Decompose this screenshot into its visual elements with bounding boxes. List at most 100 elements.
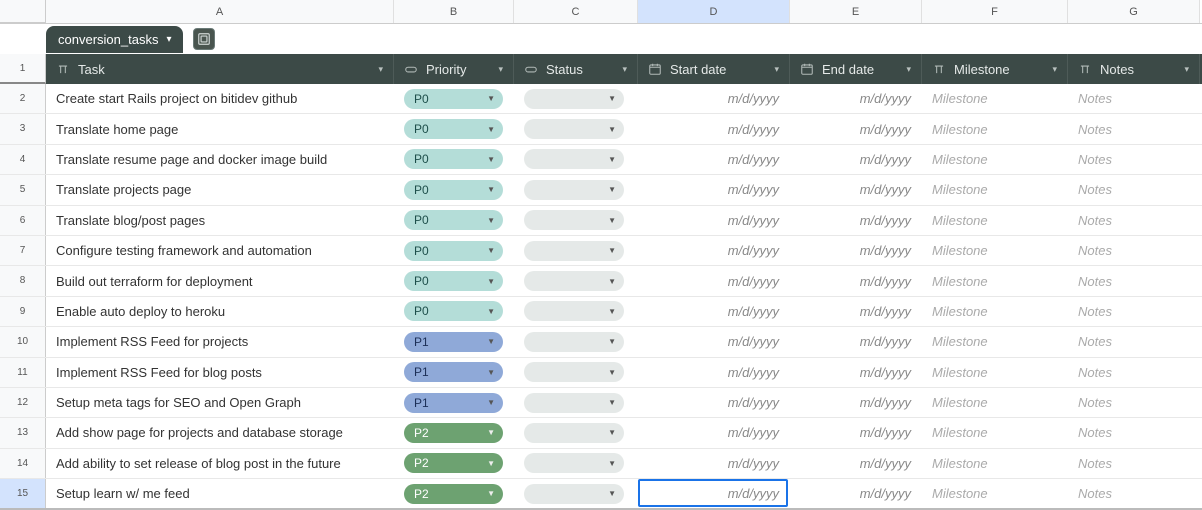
cell-milestone[interactable]: Milestone — [922, 388, 1068, 417]
chevron-down-icon[interactable]: ▾ — [1052, 64, 1057, 75]
chevron-down-icon[interactable]: ▾ — [774, 64, 779, 75]
row-number[interactable]: 7 — [0, 236, 46, 265]
cell-priority[interactable]: P0▼ — [394, 206, 514, 235]
cell-priority[interactable]: P2▼ — [394, 449, 514, 478]
header-notes[interactable]: Notes ▾ — [1068, 54, 1200, 84]
cell-notes[interactable]: Notes — [1068, 418, 1200, 447]
cell-start-date[interactable]: m/d/yyyy — [638, 114, 790, 143]
cell-end-date[interactable]: m/d/yyyy — [790, 145, 922, 174]
cell-notes[interactable]: Notes — [1068, 145, 1200, 174]
cell-milestone[interactable]: Milestone — [922, 145, 1068, 174]
row-number[interactable]: 9 — [0, 297, 46, 326]
column-header-A[interactable]: A — [46, 0, 394, 23]
sheet-tab[interactable]: conversion_tasks ▾ — [46, 26, 183, 53]
cell-start-date[interactable]: m/d/yyyy — [638, 358, 790, 387]
row-number[interactable]: 4 — [0, 145, 46, 174]
cell-status[interactable]: ▼ — [514, 449, 638, 478]
row-number[interactable]: 14 — [0, 449, 46, 478]
status-chip[interactable]: ▼ — [524, 332, 624, 352]
cell-status[interactable]: ▼ — [514, 358, 638, 387]
cell-start-date[interactable]: m/d/yyyy — [638, 449, 790, 478]
cell-priority[interactable]: P1▼ — [394, 327, 514, 356]
chevron-down-icon[interactable]: ▾ — [622, 64, 627, 75]
cell-status[interactable]: ▼ — [514, 418, 638, 447]
expand-table-icon[interactable] — [193, 28, 215, 50]
cell-priority[interactable]: P0▼ — [394, 114, 514, 143]
cell-notes[interactable]: Notes — [1068, 114, 1200, 143]
status-chip[interactable]: ▼ — [524, 484, 624, 504]
cell-end-date[interactable]: m/d/yyyy — [790, 418, 922, 447]
cell-start-date[interactable]: m/d/yyyy — [638, 266, 790, 295]
column-header-B[interactable]: B — [394, 0, 514, 23]
priority-chip[interactable]: P1▼ — [404, 332, 503, 352]
cell-milestone[interactable]: Milestone — [922, 449, 1068, 478]
row-number[interactable]: 3 — [0, 114, 46, 143]
priority-chip[interactable]: P2▼ — [404, 423, 503, 443]
row-number[interactable]: 8 — [0, 266, 46, 295]
cell-status[interactable]: ▼ — [514, 266, 638, 295]
cell-start-date[interactable]: m/d/yyyy — [638, 327, 790, 356]
row-number[interactable]: 1 — [0, 54, 46, 84]
cell-notes[interactable]: Notes — [1068, 206, 1200, 235]
cell-status[interactable]: ▼ — [514, 206, 638, 235]
cell-task[interactable]: Translate resume page and docker image b… — [46, 145, 394, 174]
cell-status[interactable]: ▼ — [514, 327, 638, 356]
cell-end-date[interactable]: m/d/yyyy — [790, 175, 922, 204]
cell-milestone[interactable]: Milestone — [922, 418, 1068, 447]
status-chip[interactable]: ▼ — [524, 89, 624, 109]
column-header-G[interactable]: G — [1068, 0, 1200, 23]
priority-chip[interactable]: P0▼ — [404, 271, 503, 291]
priority-chip[interactable]: P1▼ — [404, 362, 503, 382]
cell-priority[interactable]: P0▼ — [394, 236, 514, 265]
cell-milestone[interactable]: Milestone — [922, 175, 1068, 204]
cell-task[interactable]: Add show page for projects and database … — [46, 418, 394, 447]
row-number[interactable]: 12 — [0, 388, 46, 417]
row-number[interactable]: 11 — [0, 358, 46, 387]
cell-end-date[interactable]: m/d/yyyy — [790, 479, 922, 508]
cell-start-date[interactable]: m/d/yyyy — [638, 388, 790, 417]
cell-task[interactable]: Add ability to set release of blog post … — [46, 449, 394, 478]
cell-notes[interactable]: Notes — [1068, 84, 1200, 113]
cell-priority[interactable]: P2▼ — [394, 479, 514, 508]
cell-task[interactable]: Implement RSS Feed for projects — [46, 327, 394, 356]
cell-start-date[interactable]: m/d/yyyy — [638, 236, 790, 265]
cell-status[interactable]: ▼ — [514, 236, 638, 265]
cell-end-date[interactable]: m/d/yyyy — [790, 84, 922, 113]
column-header-F[interactable]: F — [922, 0, 1068, 23]
row-number[interactable]: 10 — [0, 327, 46, 356]
cell-milestone[interactable]: Milestone — [922, 266, 1068, 295]
row-number[interactable]: 2 — [0, 84, 46, 113]
column-header-C[interactable]: C — [514, 0, 638, 23]
chevron-down-icon[interactable]: ▾ — [166, 34, 171, 45]
priority-chip[interactable]: P0▼ — [404, 241, 503, 261]
cell-status[interactable]: ▼ — [514, 479, 638, 508]
cell-status[interactable]: ▼ — [514, 114, 638, 143]
cell-priority[interactable]: P0▼ — [394, 266, 514, 295]
cell-end-date[interactable]: m/d/yyyy — [790, 206, 922, 235]
cell-notes[interactable]: Notes — [1068, 297, 1200, 326]
cell-priority[interactable]: P0▼ — [394, 84, 514, 113]
header-status[interactable]: Status ▾ — [514, 54, 638, 84]
cell-start-date[interactable]: m/d/yyyy — [638, 175, 790, 204]
cell-milestone[interactable]: Milestone — [922, 236, 1068, 265]
cell-task[interactable]: Implement RSS Feed for blog posts — [46, 358, 394, 387]
cell-notes[interactable]: Notes — [1068, 236, 1200, 265]
cell-start-date[interactable]: m/d/yyyy — [638, 206, 790, 235]
cell-end-date[interactable]: m/d/yyyy — [790, 266, 922, 295]
row-number[interactable]: 13 — [0, 418, 46, 447]
cell-milestone[interactable]: Milestone — [922, 358, 1068, 387]
cell-task[interactable]: Create start Rails project on bitidev gi… — [46, 84, 394, 113]
cell-end-date[interactable]: m/d/yyyy — [790, 449, 922, 478]
header-task[interactable]: Task ▾ — [46, 54, 394, 84]
row-number[interactable]: 6 — [0, 206, 46, 235]
priority-chip[interactable]: P2▼ — [404, 484, 503, 504]
status-chip[interactable]: ▼ — [524, 210, 624, 230]
priority-chip[interactable]: P0▼ — [404, 119, 503, 139]
priority-chip[interactable]: P0▼ — [404, 180, 503, 200]
cell-notes[interactable]: Notes — [1068, 266, 1200, 295]
cell-task[interactable]: Translate projects page — [46, 175, 394, 204]
cell-priority[interactable]: P0▼ — [394, 297, 514, 326]
cell-notes[interactable]: Notes — [1068, 175, 1200, 204]
cell-status[interactable]: ▼ — [514, 145, 638, 174]
chevron-down-icon[interactable]: ▾ — [498, 64, 503, 75]
